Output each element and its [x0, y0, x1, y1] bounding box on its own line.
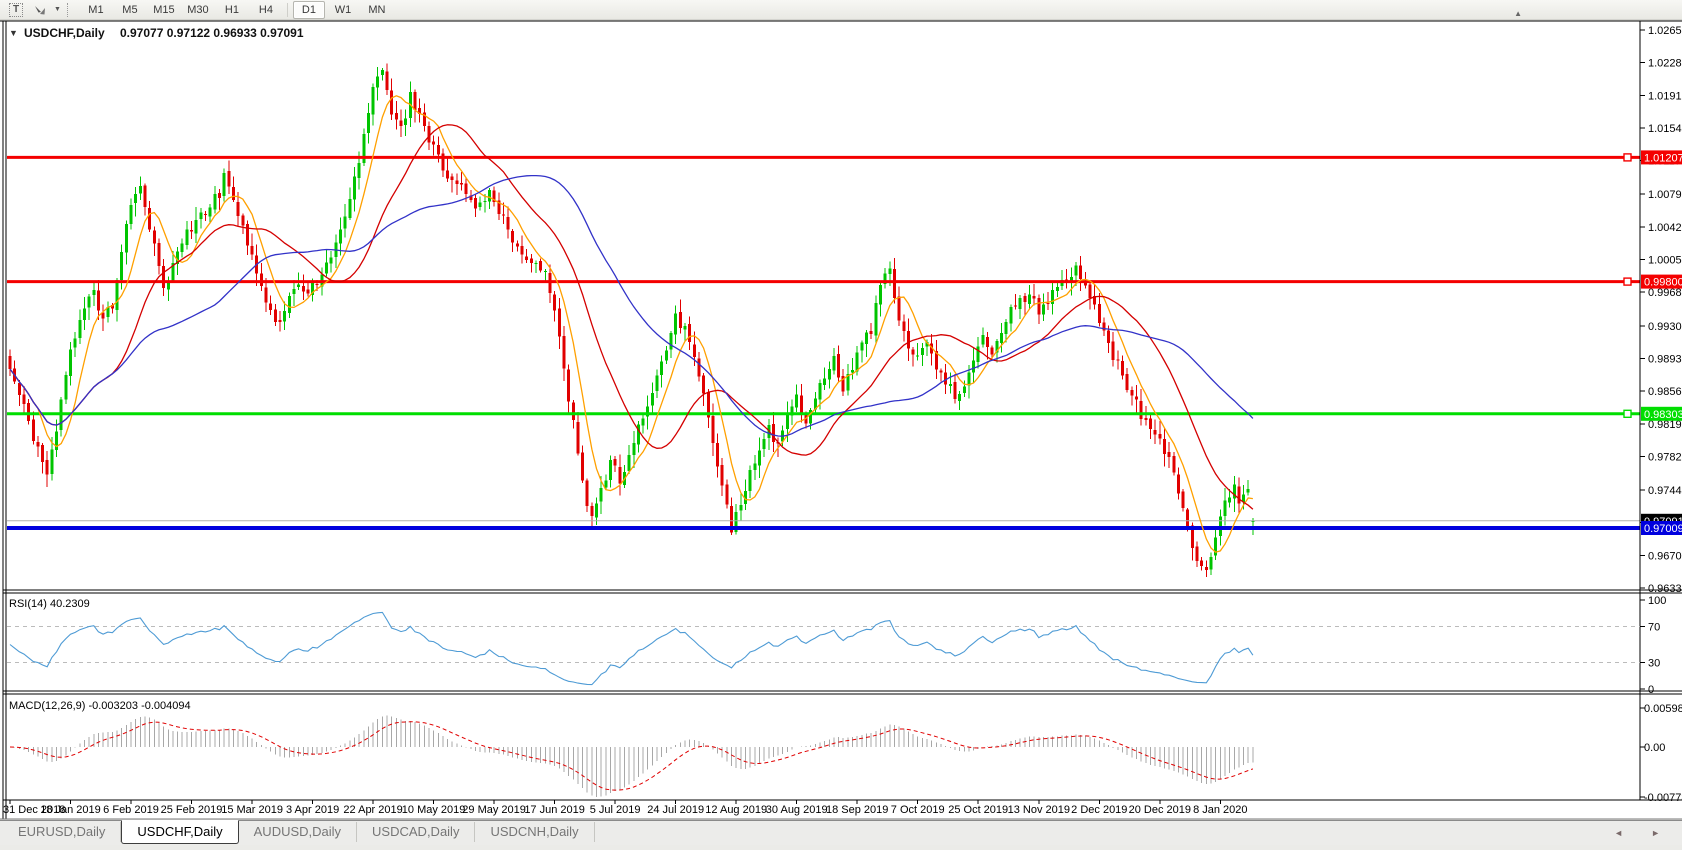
chart-tab-bar: EURUSD,Daily USDCHF,Daily AUDUSD,Daily USDC…	[0, 820, 1682, 845]
price-tick-label: 0.96700	[1648, 550, 1682, 562]
price-tick-label: 1.00790	[1648, 189, 1682, 201]
line-handle-icon[interactable]	[1623, 153, 1632, 162]
tab-scroll-left-icon[interactable]: ◄	[1614, 828, 1623, 838]
date-tick-label: 25 Feb 2019	[161, 804, 223, 816]
price-tick-label: 0.96330	[1648, 583, 1682, 595]
price-tick-label: 1.00050	[1648, 255, 1682, 267]
macd-tick-label: 0.00	[1644, 742, 1665, 754]
chart-tab-usdcnh[interactable]: USDCNH,Daily	[475, 822, 595, 842]
date-tick-label: 10 May 2019	[402, 804, 466, 816]
tab-scroll-controls: ◄ ►	[1614, 828, 1660, 838]
date-tick-label: 20 Dec 2019	[1129, 804, 1191, 816]
price-tick-label: 0.99680	[1648, 287, 1682, 299]
price-tick-label: 1.00420	[1648, 222, 1682, 234]
date-tick-label: 13 Nov 2019	[1008, 804, 1070, 816]
date-tick-label: 30 Aug 2019	[766, 804, 828, 816]
date-tick-label: 2 Dec 2019	[1071, 804, 1127, 816]
price-badge-label: 1.01207	[1644, 152, 1682, 164]
date-tick-label: 24 Jul 2019	[647, 804, 704, 816]
price-tick-label: 0.99300	[1648, 321, 1682, 333]
timeframe-button-m5[interactable]: M5	[114, 1, 146, 19]
price-badge-label: 0.99800	[1644, 277, 1682, 289]
rsi-tick-label: 70	[1648, 622, 1660, 634]
chart-background	[0, 21, 1682, 819]
price-badge-label: 0.98303	[1644, 409, 1682, 421]
chart-tab-audusd[interactable]: AUDUSD,Daily	[239, 822, 358, 842]
timeframe-button-h4[interactable]: H4	[250, 1, 282, 19]
price-badge-label: 0.97009	[1644, 523, 1682, 535]
price-tick-label: 1.01910	[1648, 90, 1682, 102]
chart-title: USDCHF,Daily	[24, 26, 105, 40]
arrows-dropdown-caret-icon[interactable]: ▼	[54, 6, 61, 13]
rsi-tick-label: 100	[1648, 595, 1666, 607]
macd-indicator-label: MACD(12,26,9) -0.003203 -0.004094	[9, 700, 191, 712]
timeframe-button-h1[interactable]: H1	[216, 1, 248, 19]
date-tick-label: 3 Apr 2019	[286, 804, 339, 816]
price-tick-label: 0.98560	[1648, 386, 1682, 398]
price-tick-label: 0.97820	[1648, 451, 1682, 463]
timeframe-button-m15[interactable]: M15	[148, 1, 180, 19]
date-tick-label: 7 Oct 2019	[891, 804, 945, 816]
date-tick-label: 6 Feb 2019	[103, 804, 159, 816]
chart-window: 1.026501.022801.019101.015401.011701.007…	[0, 20, 1682, 820]
timeframe-button-group: M1 M5 M15 M30 H1 H4 D1 W1 MN	[79, 0, 394, 19]
text-tool-icon: T	[9, 2, 23, 17]
timeframe-button-m1[interactable]: M1	[80, 1, 112, 19]
price-tick-label: 1.02650	[1648, 25, 1682, 37]
date-tick-label: 5 Jul 2019	[590, 804, 641, 816]
date-tick-label: 18 Jan 2019	[40, 804, 101, 816]
chart-tab-usdchf[interactable]: USDCHF,Daily	[121, 820, 239, 844]
arrows-tool-button[interactable]	[29, 1, 51, 19]
text-tool-button[interactable]: T	[5, 1, 27, 19]
top-toolbar: T ▼ M1 M5 M15 M30 H1 H4 D1 W1 MN ▲	[0, 0, 1682, 20]
price-tick-label: 0.98930	[1648, 353, 1682, 365]
date-tick-label: 8 Jan 2020	[1193, 804, 1247, 816]
toolbar-grip[interactable]	[66, 2, 74, 17]
macd-tick-label: 0.005986	[1644, 703, 1682, 715]
rsi-tick-label: 0	[1648, 684, 1654, 696]
arrows-tool-icon	[35, 5, 45, 14]
macd-tick-label: -0.007733	[1644, 792, 1682, 804]
date-tick-label: 12 Aug 2019	[705, 804, 767, 816]
rsi-indicator-label: RSI(14) 40.2309	[9, 598, 90, 610]
chart-tab-usdcad[interactable]: USDCAD,Daily	[357, 822, 476, 842]
date-tick-label: 29 May 2019	[462, 804, 526, 816]
price-tick-label: 0.97440	[1648, 485, 1682, 497]
timeframe-button-w1[interactable]: W1	[327, 1, 359, 19]
rsi-tick-label: 30	[1648, 657, 1660, 669]
chart-tab-eurusd[interactable]: EURUSD,Daily	[3, 822, 122, 842]
date-tick-label: 25 Oct 2019	[948, 804, 1008, 816]
tab-scroll-right-icon[interactable]: ►	[1651, 828, 1660, 838]
date-tick-label: 18 Sep 2019	[826, 804, 888, 816]
timeframe-button-m30[interactable]: M30	[182, 1, 214, 19]
line-handle-icon[interactable]	[1623, 277, 1632, 286]
price-tick-label: 1.01540	[1648, 123, 1682, 135]
date-tick-label: 17 Jun 2019	[524, 804, 585, 816]
line-handle-icon[interactable]	[1623, 409, 1632, 418]
toolbar-overflow-icon[interactable]: ▲	[1514, 9, 1522, 18]
date-tick-label: 22 Apr 2019	[343, 804, 402, 816]
timeframe-button-d1[interactable]: D1	[292, 0, 325, 19]
date-tick-label: 15 Mar 2019	[221, 804, 283, 816]
chart-menu-caret-icon[interactable]: ▼	[9, 28, 18, 38]
chart-tabs: EURUSD,Daily USDCHF,Daily AUDUSD,Daily USDC…	[3, 820, 595, 844]
chart-ohlc-quote: 0.97077 0.97122 0.96933 0.97091	[120, 26, 304, 40]
timeframe-button-mn[interactable]: MN	[361, 1, 393, 19]
price-tick-label: 1.02280	[1648, 58, 1682, 70]
